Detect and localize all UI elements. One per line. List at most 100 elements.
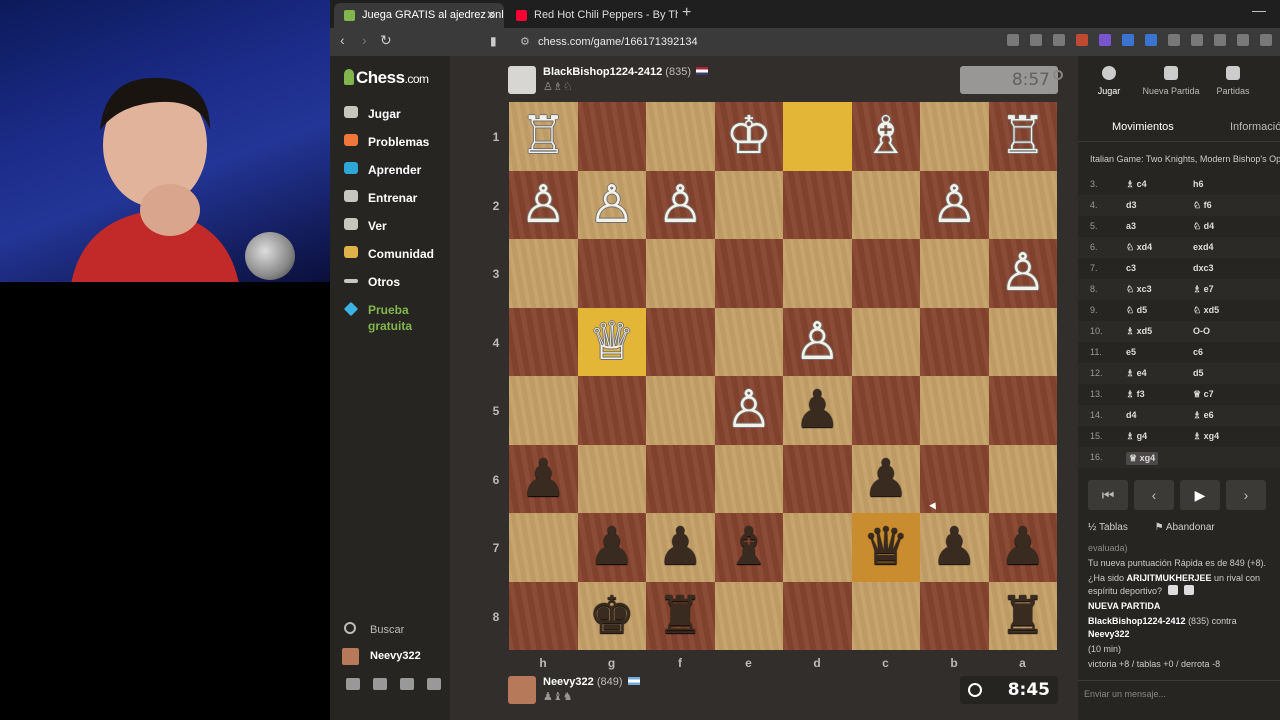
board-square[interactable] <box>646 102 715 171</box>
nav-item-comunidad[interactable]: Comunidad <box>342 244 447 272</box>
user-profile-link[interactable]: Neevy322 <box>342 648 447 678</box>
white-move[interactable]: ♗ c4 <box>1126 179 1147 190</box>
chesscom-logo[interactable]: Chess.com <box>344 68 429 88</box>
board-square[interactable] <box>509 239 578 308</box>
board-square[interactable] <box>920 239 989 308</box>
play-button[interactable]: ▶ <box>1180 480 1220 510</box>
board-square[interactable] <box>851 307 920 376</box>
board-square[interactable] <box>783 513 852 582</box>
board-square[interactable] <box>920 307 989 376</box>
board-square[interactable]: ♜ <box>646 581 715 650</box>
white-move[interactable]: ♘ xd4 <box>1126 242 1152 253</box>
extension-icon[interactable] <box>1122 34 1134 46</box>
nav-item-ver[interactable]: Ver <box>342 216 447 244</box>
nav-item-otros[interactable]: Otros <box>342 272 447 300</box>
black-move[interactable]: ♘ d4 <box>1193 221 1214 232</box>
tab-chess[interactable]: Juega GRATIS al ajedrez online - ✕ <box>334 3 504 28</box>
board-square[interactable]: ♟ <box>646 513 715 582</box>
chess-piece[interactable]: ♝ <box>725 521 772 573</box>
thumbs-down-icon[interactable] <box>1184 585 1195 595</box>
board-square[interactable]: ♔ <box>714 102 783 171</box>
player-avatar[interactable] <box>508 676 536 704</box>
board-square[interactable] <box>851 239 920 308</box>
board-square[interactable]: ♙ <box>783 307 852 376</box>
board-settings-icon[interactable] <box>1053 70 1063 80</box>
board-square[interactable]: ♗ <box>851 102 920 171</box>
cast-icon[interactable] <box>1030 34 1042 46</box>
black-move[interactable]: ♗ e7 <box>1193 284 1214 295</box>
white-move[interactable]: ♕ xg4 <box>1126 452 1159 465</box>
board-square[interactable] <box>920 581 989 650</box>
downloads-icon[interactable] <box>1191 34 1203 46</box>
board-square[interactable] <box>783 170 852 239</box>
board-square[interactable]: ♟ <box>509 444 578 513</box>
board-square[interactable] <box>509 376 578 445</box>
chess-piece[interactable]: ♟ <box>931 521 978 573</box>
tab-movimientos[interactable]: Movimientos <box>1112 121 1174 133</box>
white-move[interactable]: d4 <box>1126 410 1137 420</box>
board-square[interactable] <box>783 444 852 513</box>
board-square[interactable]: ♛ <box>851 513 920 582</box>
board-square[interactable]: ♖ <box>509 102 578 171</box>
chess-piece[interactable]: ♔ <box>725 110 772 162</box>
black-move[interactable]: dxc3 <box>1193 263 1214 273</box>
chat-input[interactable]: Enviar un mensaje... <box>1078 680 1280 708</box>
board-square[interactable] <box>714 307 783 376</box>
board-square[interactable]: ♟ <box>988 513 1057 582</box>
bell-icon[interactable] <box>400 678 414 690</box>
board-square[interactable] <box>851 170 920 239</box>
board-square[interactable]: ♝ <box>714 513 783 582</box>
board-square[interactable] <box>988 307 1057 376</box>
chess-piece[interactable]: ♙ <box>794 316 841 368</box>
board-square[interactable] <box>577 376 646 445</box>
board-square[interactable]: ♙ <box>920 170 989 239</box>
chess-piece[interactable]: ♕ <box>588 316 635 368</box>
chess-piece[interactable]: ♙ <box>725 384 772 436</box>
url-field[interactable]: ⚙ chess.com/game/166171392134 <box>508 33 918 51</box>
board-square[interactable] <box>851 581 920 650</box>
white-move[interactable]: c3 <box>1126 263 1136 273</box>
site-info-icon[interactable]: ⚙ <box>520 33 530 51</box>
first-move-button[interactable]: ⏮ <box>1088 480 1128 510</box>
chess-piece[interactable]: ♜ <box>657 590 704 642</box>
share-icon[interactable] <box>1053 34 1065 46</box>
tab-jugar[interactable]: Jugar <box>1078 56 1140 100</box>
chess-piece[interactable]: ♟ <box>520 453 567 505</box>
board-square[interactable] <box>509 513 578 582</box>
white-move[interactable]: e5 <box>1126 347 1136 357</box>
board-square[interactable]: ♖ <box>988 102 1057 171</box>
black-move[interactable]: d5 <box>1193 368 1204 378</box>
board-square[interactable] <box>783 581 852 650</box>
board-square[interactable] <box>646 239 715 308</box>
new-tab-icon[interactable]: + <box>682 4 691 22</box>
board-square[interactable] <box>988 376 1057 445</box>
black-move[interactable]: ♘ f6 <box>1193 200 1212 211</box>
white-move[interactable]: a3 <box>1126 221 1136 231</box>
tab-partidas[interactable]: Partidas <box>1202 56 1264 100</box>
black-move[interactable]: O-O <box>1193 326 1210 336</box>
player-name-line[interactable]: Neevy322 (849) <box>543 676 640 688</box>
chess-piece[interactable]: ♟ <box>794 384 841 436</box>
search-button[interactable]: Buscar <box>342 622 447 648</box>
board-square[interactable] <box>646 444 715 513</box>
thumbs-up-icon[interactable] <box>1168 585 1179 595</box>
black-move[interactable]: ♕ c7 <box>1193 389 1214 400</box>
black-move[interactable]: ♘ xd5 <box>1193 305 1219 316</box>
white-move[interactable]: ♗ xd5 <box>1126 326 1152 337</box>
nav-item-entrenar[interactable]: Entrenar <box>342 188 447 216</box>
chess-piece[interactable]: ♙ <box>657 179 704 231</box>
board-square[interactable]: ♙ <box>714 376 783 445</box>
board-square[interactable] <box>577 444 646 513</box>
board-square[interactable] <box>920 102 989 171</box>
chess-piece[interactable]: ♚ <box>588 590 635 642</box>
resign-button[interactable]: ⚑ Abandonar <box>1155 522 1227 533</box>
board-square[interactable]: ♙ <box>988 239 1057 308</box>
board-square[interactable] <box>988 170 1057 239</box>
white-move[interactable]: ♘ xc3 <box>1126 284 1152 295</box>
board-square[interactable] <box>714 239 783 308</box>
chess-piece[interactable]: ♜ <box>999 590 1046 642</box>
chess-piece[interactable]: ♟ <box>999 521 1046 573</box>
board-square[interactable]: ♜ <box>988 581 1057 650</box>
chess-piece[interactable]: ♙ <box>588 179 635 231</box>
board-square[interactable] <box>577 102 646 171</box>
